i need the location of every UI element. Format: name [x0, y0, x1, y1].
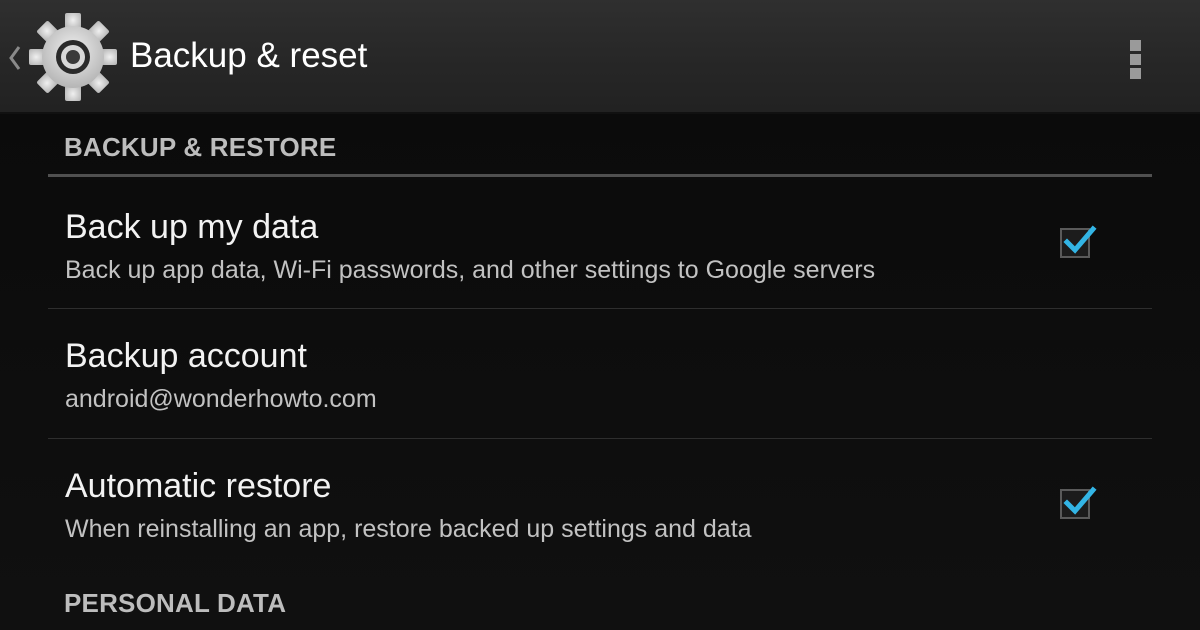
pref-automatic-restore[interactable]: Automatic restore When reinstalling an a… — [48, 439, 1152, 567]
checkmark-icon — [1063, 486, 1097, 515]
overflow-dot — [1130, 68, 1141, 79]
page-title: Backup & reset — [130, 36, 368, 75]
section-header-personal-data: PERSONAL DATA — [64, 588, 287, 618]
overflow-menu-icon — [1130, 40, 1141, 51]
action-bar: Backup & reset — [0, 0, 1200, 114]
overflow-dot — [1130, 54, 1141, 65]
up-navigation-button[interactable] — [0, 0, 122, 112]
backup-data-checkbox[interactable] — [1060, 225, 1097, 258]
automatic-restore-checkbox[interactable] — [1060, 486, 1097, 519]
settings-screen: Backup & reset BACKUP & RESTORE Back up … — [0, 0, 1200, 630]
pref-backup-account[interactable]: Backup account android@wonderhowto.com — [48, 309, 1152, 437]
pref-summary: Back up app data, Wi-Fi passwords, and o… — [65, 256, 876, 284]
pref-title: Automatic restore — [65, 467, 332, 505]
pref-title: Backup account — [65, 337, 307, 375]
pref-summary: When reinstalling an app, restore backed… — [65, 515, 752, 543]
pref-backup-my-data[interactable]: Back up my data Back up app data, Wi-Fi … — [48, 178, 1152, 306]
pref-title: Back up my data — [65, 208, 319, 246]
preference-list[interactable]: BACKUP & RESTORE Back up my data Back up… — [0, 114, 1200, 630]
checkmark-icon — [1063, 225, 1097, 254]
settings-gear-icon — [29, 13, 117, 101]
section-header-backup-restore: BACKUP & RESTORE — [64, 132, 337, 162]
overflow-menu-button[interactable] — [1110, 30, 1162, 86]
section-divider — [48, 174, 1152, 177]
chevron-left-icon — [9, 46, 21, 70]
pref-summary: android@wonderhowto.com — [65, 385, 377, 413]
